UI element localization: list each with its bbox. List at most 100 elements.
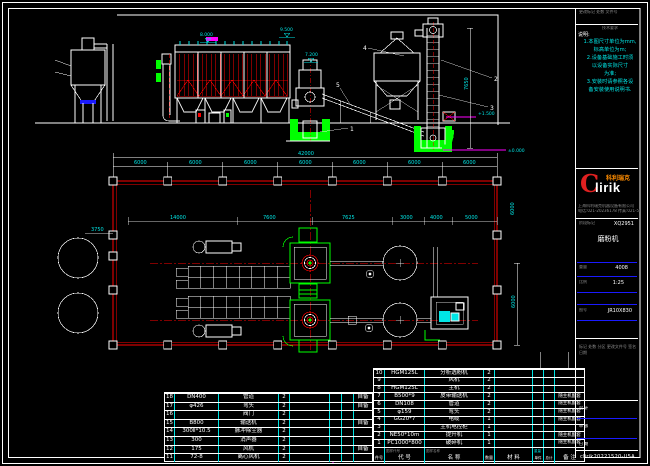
feed-hopper xyxy=(374,32,420,120)
balloon-4: 4 xyxy=(363,45,367,52)
bom-item-unit xyxy=(330,446,342,454)
note-line: 2.设备基础施工时须 xyxy=(578,54,642,62)
plan-total-dim: 42000 xyxy=(298,151,314,157)
bom-item-qty: 2 xyxy=(484,386,495,393)
bom-item-model xyxy=(385,425,425,432)
mill-discharge-pipes xyxy=(330,261,384,324)
bom-item-model: HGM125L xyxy=(385,370,425,377)
bom-header-row: 件号 图样代号 代 号 图样名称 名 称 数量 材 料 重量 单件 总计 备 注 xyxy=(374,447,584,463)
bom-item-unit xyxy=(533,417,544,424)
plan-seg-dim: 6000 xyxy=(353,160,366,166)
cad-drawing-canvas: 42000 6000 6000 6000 6000 6000 6000 6000… xyxy=(0,0,650,466)
bom-item-mat xyxy=(290,420,330,428)
bom-item-name: 离心风机 xyxy=(219,454,279,462)
bom-item-mat xyxy=(495,432,533,439)
plan-seg-dim: 6000 xyxy=(134,160,147,166)
bom-item-mat xyxy=(290,446,330,454)
filter-bags xyxy=(177,54,288,96)
bom-item-model: φ426 xyxy=(175,403,219,411)
bom-item-unit xyxy=(533,401,544,408)
bom-item-qty: 1 xyxy=(484,417,495,424)
bom-item-qty: 2 xyxy=(484,378,495,385)
bom-item-mat xyxy=(495,386,533,393)
bag-filter xyxy=(156,37,290,123)
bom-item-qty: 1 xyxy=(484,440,495,447)
bom-row: 12 175 风机 2 自备 xyxy=(165,445,372,454)
note-line: 3.安装时请参照各设 xyxy=(578,78,642,86)
bom-item-mat xyxy=(495,417,533,424)
bom-row: 14 300Ⅱ*10.5 脉冲除尘器 2 xyxy=(165,427,372,436)
plan-seg-dim: 6000 xyxy=(244,160,257,166)
bom-item-unit xyxy=(533,378,544,385)
bom-header-unit-label: 单件 xyxy=(535,456,542,461)
bom-item-no: 8 xyxy=(374,386,385,393)
bom-item-remark xyxy=(354,428,372,436)
bom-row: 4 GG20*7 电缆 1 随主机配套 xyxy=(374,416,584,424)
bom-item-no: 1 xyxy=(374,440,385,447)
plan-inner-dim: 5000 xyxy=(465,215,478,221)
bom-item-no: 15 xyxy=(165,420,175,428)
level-marker-label: 9.500 xyxy=(280,27,293,33)
bom-row: 9 风机 2 xyxy=(374,377,584,385)
logo-block: C 科利瑞克 lirik 上海科利瑞克机器设备有限公司 电话:021-20236… xyxy=(576,170,640,214)
bom-item-no: 18 xyxy=(165,394,175,402)
bom-item-remark: 自备 xyxy=(354,420,372,428)
bom-item-total xyxy=(342,420,354,428)
bom-item-qty: 1 xyxy=(484,432,495,439)
leader-label: ±0.000 xyxy=(508,148,525,154)
bom-item-model: 72-8 xyxy=(175,454,219,462)
bom-item-no: 11 xyxy=(165,454,175,462)
note-line: 1.本图尺寸单位为mm, xyxy=(578,38,642,46)
bom-item-name: 主机 xyxy=(425,386,484,393)
bom-item-no: 7 xyxy=(374,393,385,400)
bom-item-no: 12 xyxy=(165,446,175,454)
balloon-2: 2 xyxy=(494,76,498,83)
plan-left-dim: 3750 xyxy=(91,227,104,233)
bom-row: 3 主机电控柜 1 xyxy=(374,424,584,432)
bom-item-model: DN400 xyxy=(175,394,219,402)
weight-value: 4008 xyxy=(615,265,628,271)
notes-block: 技术要求 说明: 1.本图尺寸单位为mm,标高单位为m;2.设备基础施工时须以设… xyxy=(578,26,642,94)
bom-row: 1 PC1000*800 破碎机 1 随主机配套 xyxy=(374,439,584,447)
bom-item-name: 破碎机 xyxy=(425,440,484,447)
bom-table-left: 18 DN400 管道 2 自备 17 φ426 弯头 2 自备 16 阀门 2 xyxy=(164,392,373,462)
bom-header-code: 图样代号 代 号 xyxy=(385,448,425,463)
bom-row: 6 DN108 管道 2 随主机配套 xyxy=(374,400,584,408)
bom-item-total xyxy=(544,401,555,408)
note-line: 标高单位为m; xyxy=(578,46,642,54)
bom-item-name: 风机 xyxy=(425,378,484,385)
bom-item-qty: 2 xyxy=(279,428,290,436)
bom-item-qty: 2 xyxy=(484,401,495,408)
bom-item-mat xyxy=(290,394,330,402)
bom-item-model: NE50*10m xyxy=(385,432,425,439)
bom-item-model: 300 xyxy=(175,437,219,445)
bom-item-qty: 2 xyxy=(279,394,290,402)
drawno-label: 图号 xyxy=(579,308,587,313)
bom-row: 5 φ159 弯头 2 随主机配套 xyxy=(374,408,584,416)
outside-tanks xyxy=(58,233,113,333)
bom-item-unit xyxy=(330,454,342,462)
bom-item-name: 消声器 xyxy=(219,437,279,445)
bom-item-mat xyxy=(495,370,533,377)
bom-row: 17 φ426 弯头 2 自备 xyxy=(165,402,372,411)
design-label: 设 计 xyxy=(579,406,588,411)
bom-item-unit xyxy=(533,370,544,377)
bom-item-total xyxy=(544,409,555,416)
bucket-elevator xyxy=(414,18,506,152)
bom-item-name: 脉冲除尘器 xyxy=(219,428,279,436)
bom-item-model: 175 xyxy=(175,446,219,454)
bom-item-unit xyxy=(533,393,544,400)
bom-item-no: 17 xyxy=(165,403,175,411)
filter-frame-posts xyxy=(198,52,267,98)
bom-item-qty: 2 xyxy=(484,393,495,400)
elevation-view xyxy=(35,15,510,152)
bom-item-no: 6 xyxy=(374,401,385,408)
bom-item-model: DN108 xyxy=(385,401,425,408)
balloon-1: 1 xyxy=(350,126,354,133)
bom-item-qty: 2 xyxy=(279,403,290,411)
bom-header-mat: 材 料 xyxy=(495,448,533,463)
bom-header-unit: 重量 单件 xyxy=(533,448,544,463)
bom-item-no: 16 xyxy=(165,411,175,419)
plan-seg-dim: 6000 xyxy=(189,160,202,166)
plan-right-dim-upper: 6000 xyxy=(510,202,516,215)
